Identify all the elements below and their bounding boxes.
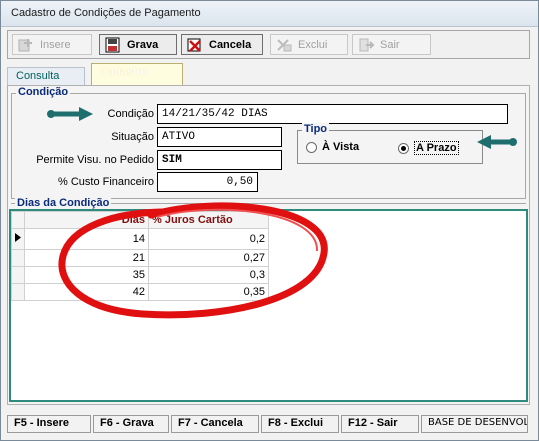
table-row[interactable]: 42 0,35 — [11, 283, 269, 301]
radio-a-prazo-label: A Prazo — [414, 141, 459, 155]
status-f8[interactable]: F8 - Exclui — [261, 415, 339, 433]
tipo-group: Tipo À Vista A Prazo — [297, 123, 483, 164]
cancel-button[interactable]: Cancela — [181, 34, 263, 55]
status-base: BASE DE DESENVOL — [421, 415, 528, 433]
row-indicator — [11, 266, 25, 284]
condicao-field[interactable]: 14/21/35/42 DIAS — [157, 104, 508, 124]
dias-grid[interactable]: Dias % Juros Cartão 14 0,2 21 0,27 35 0,… — [9, 209, 528, 402]
window-title: Cadastro de Condições de Pagamento — [11, 7, 201, 19]
table-header-row: Dias % Juros Cartão — [11, 211, 269, 229]
save-icon — [104, 37, 122, 53]
row-indicator — [11, 283, 25, 301]
situacao-field[interactable]: ATIVO — [157, 127, 282, 147]
dias-group: Dias da Condição — [11, 197, 526, 209]
tab-consulta[interactable]: Consulta — [7, 67, 85, 85]
exit-label: Sair — [380, 38, 400, 51]
status-f5[interactable]: F5 - Insere — [7, 415, 91, 433]
save-label: Grava — [127, 38, 159, 51]
permite-visu-label: Permite Visu. no Pedido — [36, 154, 154, 166]
cancel-label: Cancela — [209, 38, 252, 51]
cell-dias[interactable]: 21 — [24, 249, 149, 267]
tipo-legend: Tipo — [302, 123, 330, 135]
dias-table: Dias % Juros Cartão 14 0,2 21 0,27 35 0,… — [11, 211, 269, 301]
delete-label: Exclui — [298, 38, 328, 51]
tab-strip: Consulta Cadastro — [7, 63, 530, 85]
condicao-label: Condição — [107, 108, 154, 120]
column-header-dias[interactable]: Dias — [24, 211, 149, 229]
table-row[interactable]: 21 0,27 — [11, 249, 269, 267]
status-f6[interactable]: F6 - Grava — [93, 415, 169, 433]
row-indicator — [11, 249, 25, 267]
table-row[interactable]: 14 0,2 — [11, 228, 269, 250]
radio-a-vista-dot — [306, 141, 317, 153]
toolbar: Insere Grava Cancela Exclui Sair — [7, 30, 530, 59]
situacao-label: Situação — [111, 131, 154, 143]
delete-button[interactable]: Exclui — [270, 34, 348, 55]
status-f12[interactable]: F12 - Sair — [341, 415, 419, 433]
radio-a-prazo-dot — [398, 142, 409, 154]
save-button[interactable]: Grava — [99, 34, 177, 55]
tab-consulta-label: Consulta — [16, 70, 60, 82]
row-indicator-header — [11, 211, 25, 229]
cell-dias[interactable]: 35 — [24, 266, 149, 284]
status-f7[interactable]: F7 - Cancela — [171, 415, 259, 433]
permite-visu-field[interactable]: SIM — [157, 150, 282, 170]
exit-button[interactable]: Sair — [352, 34, 431, 55]
cell-juros[interactable]: 0,35 — [148, 283, 269, 301]
radio-a-prazo[interactable]: A Prazo — [398, 141, 459, 155]
dias-legend: Dias da Condição — [15, 197, 112, 209]
status-bar: F5 - Insere F6 - Grava F7 - Cancela F8 -… — [7, 415, 530, 433]
radio-a-vista-label: À Vista — [322, 141, 360, 153]
insert-button[interactable]: Insere — [12, 34, 92, 55]
cell-dias[interactable]: 42 — [24, 283, 149, 301]
app-window: Cadastro de Condições de Pagamento Inser… — [0, 0, 539, 441]
cancel-icon — [186, 37, 204, 53]
tab-cadastro-label: Cadastro — [100, 66, 148, 78]
cell-juros[interactable]: 0,27 — [148, 249, 269, 267]
custo-financeiro-field[interactable]: 0,50 — [157, 172, 258, 192]
custo-financeiro-label: % Custo Financeiro — [58, 176, 154, 188]
insert-label: Insere — [40, 38, 71, 51]
radio-a-vista[interactable]: À Vista — [306, 141, 359, 153]
cell-dias[interactable]: 14 — [24, 228, 149, 250]
delete-icon — [275, 37, 293, 53]
cell-juros[interactable]: 0,2 — [148, 228, 269, 250]
column-header-juros[interactable]: % Juros Cartão — [148, 211, 269, 229]
exit-icon — [357, 37, 375, 53]
title-bar: Cadastro de Condições de Pagamento — [1, 1, 538, 27]
current-row-icon — [11, 228, 25, 250]
cell-juros[interactable]: 0,3 — [148, 266, 269, 284]
table-row[interactable]: 35 0,3 — [11, 266, 269, 284]
condicao-group: Condição Condição 14/21/35/42 DIAS Situa… — [11, 86, 526, 199]
condicao-legend: Condição — [16, 86, 71, 98]
insert-icon — [17, 37, 35, 53]
tab-cadastro[interactable]: Cadastro — [91, 63, 183, 85]
